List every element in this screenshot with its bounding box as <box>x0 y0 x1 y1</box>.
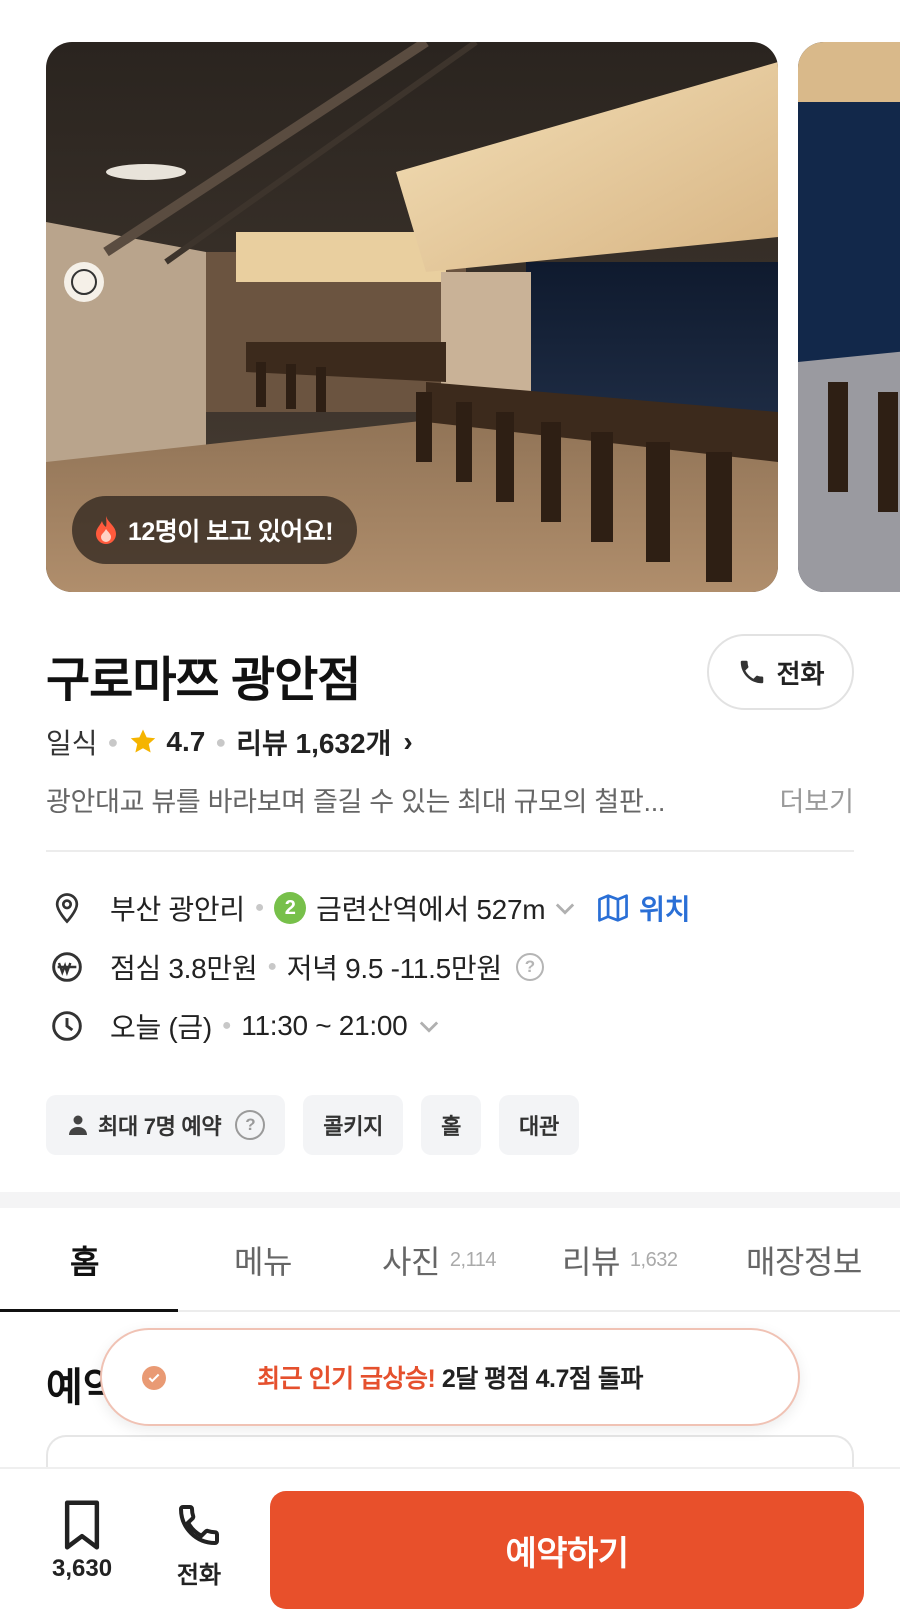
tab-label: 홈 <box>70 1244 99 1280</box>
tag-label: 대관 <box>519 1114 559 1139</box>
lunch-price: 점심 3.8만원 <box>110 953 258 984</box>
toast-highlight: 최근 인기 급상승! <box>257 1365 436 1393</box>
tag-label: 홀 <box>441 1114 462 1139</box>
won-currency-icon <box>50 950 84 984</box>
tag-label: 콜키지 <box>323 1114 384 1139</box>
separator-dot: ● <box>215 731 227 752</box>
tab-label: 매장정보 <box>746 1244 862 1280</box>
tab-photos[interactable]: 사진 2,114 <box>382 1208 496 1312</box>
bottom-call-label: 전화 <box>176 1562 222 1589</box>
toast-message: 최근 인기 급상승! 2달 평점 4.7점 돌파 <box>102 1359 798 1395</box>
separator-dot: ● <box>254 899 265 916</box>
fire-icon <box>96 516 116 544</box>
restaurant-photo-next[interactable] <box>798 42 900 592</box>
location-pin-icon <box>50 891 84 925</box>
tag-hall[interactable]: 홀 <box>421 1095 482 1155</box>
chevron-down-icon[interactable] <box>551 894 579 922</box>
feature-tags: 최대 7명 예약 ? 콜키지 홀 대관 <box>46 1095 579 1155</box>
divider <box>46 850 854 852</box>
tag-corkage[interactable]: 콜키지 <box>303 1095 404 1155</box>
hours-row: 오늘 (금) ● 11:30 ~ 21:00 <box>50 1004 443 1048</box>
hours-time[interactable]: 11:30 ~ 21:00 <box>241 1010 407 1042</box>
map-location-link[interactable]: 위치 <box>597 888 690 928</box>
subway-distance[interactable]: 금련산역에서 527m <box>316 888 545 928</box>
tab-count: 1,632 <box>629 1248 678 1271</box>
chevron-right-icon[interactable]: › <box>403 726 412 758</box>
active-tab-indicator <box>0 1309 178 1312</box>
photo-carousel[interactable]: 12명이 보고 있어요! <box>0 42 900 592</box>
call-button-label: 전화 <box>776 658 825 689</box>
star-icon <box>131 729 156 753</box>
category: 일식 <box>46 728 98 759</box>
restaurant-description: 광안대교 뷰를 바라보며 즐길 수 있는 최대 규모의 철판... <box>46 787 666 817</box>
map-icon <box>598 894 629 922</box>
separator-dot: ● <box>221 1017 232 1034</box>
hours-day: 오늘 (금) <box>110 1012 212 1043</box>
restaurant-photo-main[interactable]: 12명이 보고 있어요! <box>46 42 778 592</box>
section-divider <box>0 1192 900 1208</box>
tab-label: 메뉴 <box>234 1244 292 1280</box>
rating-value: 4.7 <box>166 726 206 757</box>
bookmark-button[interactable]: 3,630 <box>52 1499 112 1583</box>
tag-label: 최대 7명 예약 <box>98 1114 222 1139</box>
tab-home[interactable]: 홈 <box>70 1208 99 1312</box>
popularity-toast: 최근 인기 급상승! 2달 평점 4.7점 돌파 <box>100 1328 800 1426</box>
restaurant-meta: 일식 ● 4.7 ● 리뷰 1,632개 › <box>46 722 413 762</box>
tab-menu[interactable]: 메뉴 <box>234 1208 292 1312</box>
subway-line-badge: 2 <box>274 892 307 924</box>
bookmark-count: 3,630 <box>52 1555 113 1582</box>
tag-rental[interactable]: 대관 <box>499 1095 579 1155</box>
tab-store-info[interactable]: 매장정보 <box>746 1208 862 1312</box>
call-button[interactable]: 전화 <box>707 634 854 710</box>
bookmark-icon <box>64 1500 100 1550</box>
location-area: 부산 광안리 <box>110 894 245 925</box>
reserve-button[interactable]: 예약하기 <box>270 1491 864 1609</box>
reviews-link[interactable]: 리뷰 1,632개 <box>236 722 391 762</box>
separator-dot: ● <box>107 731 119 752</box>
bottom-call-button[interactable]: 전화 <box>175 1499 223 1590</box>
check-icon <box>142 1366 166 1390</box>
clock-icon <box>50 1009 84 1043</box>
tab-bar: 홈 메뉴 사진 2,114 리뷰 1,632 매장정보 <box>0 1208 900 1312</box>
tab-label: 리뷰 <box>562 1244 620 1280</box>
restaurant-name: 구로마쯔 광안점 <box>46 654 361 707</box>
dinner-price: 저녁 9.5 -11.5만원 <box>286 953 502 984</box>
tag-max-reservation[interactable]: 최대 7명 예약 ? <box>46 1095 286 1155</box>
phone-icon <box>740 660 763 684</box>
price-row: 점심 3.8만원 ● 저녁 9.5 -11.5만원 ? <box>50 945 544 989</box>
tab-label: 사진 <box>382 1244 440 1280</box>
viewing-count-badge: 12명이 보고 있어요! <box>72 496 358 564</box>
toast-text: 2달 평점 4.7점 돌파 <box>435 1365 644 1393</box>
price-help-icon[interactable]: ? <box>515 953 544 981</box>
separator-dot: ● <box>267 958 277 975</box>
map-location-label: 위치 <box>639 894 691 925</box>
tab-count: 2,114 <box>449 1248 497 1271</box>
bottom-action-bar: 3,630 전화 예약하기 <box>0 1467 900 1615</box>
help-icon[interactable]: ? <box>235 1110 266 1140</box>
phone-icon <box>178 1505 219 1546</box>
person-icon <box>69 1115 87 1135</box>
more-button[interactable]: 더보기 <box>779 780 854 819</box>
chevron-down-icon[interactable] <box>415 1012 443 1040</box>
viewing-count-text: 12명이 보고 있어요! <box>128 518 334 546</box>
location-row: 부산 광안리 ● 2 금련산역에서 527m 위치 <box>50 886 690 930</box>
tab-reviews[interactable]: 리뷰 1,632 <box>562 1208 678 1312</box>
